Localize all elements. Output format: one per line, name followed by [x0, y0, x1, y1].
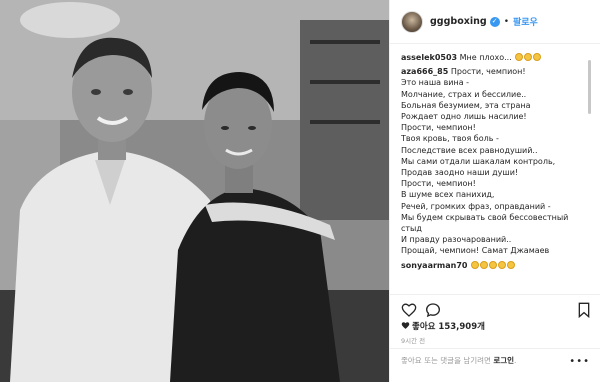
- separator-dot: •: [503, 16, 509, 27]
- post-sidebar: gggboxing ✓ • 팔로우 asselek0503 Мне плохо.…: [389, 0, 600, 382]
- comment-line: Твоя кровь, твоя боль -: [401, 134, 499, 144]
- comment-username[interactable]: sonyaarman70: [401, 261, 467, 270]
- divider: [390, 348, 600, 349]
- comment: aza666_85 Прости, чемпион! Это наша вина…: [401, 66, 582, 256]
- comment-line: Последствие всех равнодуший..: [401, 145, 538, 155]
- emoji-icon: [471, 260, 480, 269]
- comment-line: Речей, громких фраз, оправданий -: [401, 201, 551, 211]
- login-link[interactable]: 로그인: [493, 356, 514, 365]
- comment-line: стыд: [401, 224, 422, 234]
- comment-username[interactable]: asselek0503: [401, 53, 457, 62]
- emoji-icon: [524, 53, 533, 61]
- comment-line: Рождает одно лишь насилие!: [401, 112, 527, 122]
- post-timestamp[interactable]: 9시간 전: [401, 335, 425, 345]
- emoji-icon: [489, 260, 498, 269]
- comment-username[interactable]: aza666_85: [401, 67, 448, 76]
- comment-line: Прости, чемпион!: [401, 179, 476, 189]
- instagram-post: gggboxing ✓ • 팔로우 asselek0503 Мне плохо.…: [0, 0, 600, 382]
- login-prompt-prefix: 좋아요 또는 댓글을 남기려면: [401, 356, 494, 365]
- emoji-icon: [480, 260, 489, 269]
- comment-line: Молчание, страх и бессилие..: [401, 89, 527, 99]
- likes-label: 좋아요 153,909개: [412, 322, 485, 332]
- comment-text: Прости, чемпион!: [450, 67, 526, 77]
- heart-small-icon: [401, 322, 410, 329]
- avatar[interactable]: [401, 10, 423, 33]
- verified-icon: ✓: [489, 16, 500, 27]
- emoji-icon: [498, 260, 507, 269]
- comment-line: В шуме всех панихид,: [401, 190, 495, 200]
- comment: sonyaarman70: [401, 260, 582, 271]
- login-prompt-suffix: .: [514, 356, 517, 365]
- comments-scrollbar[interactable]: [588, 60, 591, 114]
- photo-illustration: [0, 0, 389, 382]
- comment: asselek0503 Мне плохо...: [401, 52, 582, 63]
- comment-line: Мы будем скрывать свой бессовестный: [401, 212, 569, 222]
- follow-button[interactable]: 팔로우: [513, 15, 538, 28]
- post-photo[interactable]: [0, 0, 389, 382]
- emoji-icon: [507, 260, 516, 269]
- comment-line: Прости, чемпион!: [401, 123, 476, 133]
- heart-icon[interactable]: [401, 302, 417, 318]
- bookmark-icon[interactable]: [577, 302, 591, 318]
- comment-line: Продав заодно наши души!: [401, 168, 519, 178]
- comment-line: Это наша вина -: [401, 78, 470, 88]
- comment-line: Больная безумием, эта страна: [401, 100, 531, 110]
- comment-icon[interactable]: [425, 302, 441, 318]
- comment-line: Прощай, чемпион! Самат Джамаев: [401, 246, 550, 256]
- comment-line: Мы сами отдали шакалам контроль,: [401, 156, 556, 166]
- more-icon[interactable]: •••: [569, 356, 590, 367]
- comment-line: И правду разочарований..: [401, 235, 512, 245]
- login-prompt: 좋아요 또는 댓글을 남기려면 로그인.: [401, 355, 581, 366]
- username-link[interactable]: gggboxing: [430, 16, 487, 27]
- emoji-icon: [533, 53, 542, 61]
- emoji-icon: [515, 53, 524, 61]
- likes-count[interactable]: 좋아요 153,909개: [401, 320, 485, 332]
- comment-text: Мне плохо...: [459, 53, 512, 62]
- comments-list[interactable]: asselek0503 Мне плохо... aza666_85 Прост…: [401, 52, 582, 288]
- post-header: gggboxing ✓ • 팔로우: [390, 0, 600, 44]
